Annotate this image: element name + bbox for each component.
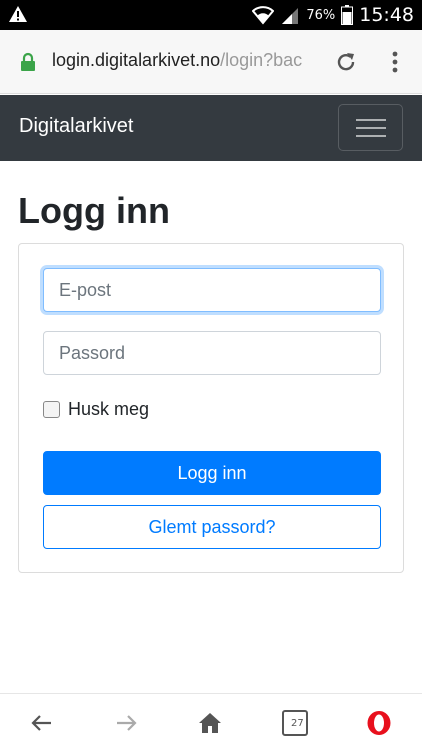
signal-icon (282, 8, 299, 24)
browser-bottom-bar: 27 (0, 693, 422, 750)
lock-icon (21, 52, 35, 71)
home-icon[interactable] (197, 710, 223, 736)
warning-icon (9, 6, 27, 22)
page-title: Logg inn (18, 190, 170, 231)
back-arrow-icon[interactable] (29, 710, 55, 736)
menu-dots-icon[interactable] (385, 50, 405, 74)
url-field[interactable]: login.digitalarkivet.no/login?bac (52, 50, 322, 71)
tabs-count: 27 (291, 718, 304, 729)
remember-checkbox[interactable] (43, 401, 60, 418)
navbar: Digitalarkivet (0, 95, 422, 161)
forward-arrow-icon[interactable] (113, 710, 139, 736)
browser-address-bar: login.digitalarkivet.no/login?bac (0, 30, 422, 94)
login-button[interactable]: Logg inn (43, 451, 381, 495)
url-path: /login?bac (220, 50, 303, 70)
hamburger-icon[interactable] (338, 104, 403, 151)
remember-label[interactable]: Husk meg (68, 399, 149, 420)
opera-icon[interactable] (366, 710, 392, 736)
clock: 15:48 (359, 4, 414, 26)
battery-percent: 76% (306, 7, 336, 23)
forgot-password-button[interactable]: Glemt passord? (43, 505, 381, 549)
remember-me-row: Husk meg (43, 399, 149, 420)
url-domain: login.digitalarkivet.no (52, 50, 221, 70)
battery-icon (341, 5, 354, 25)
wifi-icon (252, 6, 275, 25)
navbar-brand[interactable]: Digitalarkivet (19, 115, 133, 138)
login-card: Husk meg Logg inn Glemt passord? (18, 243, 404, 573)
password-field[interactable] (43, 331, 381, 375)
reload-icon[interactable] (334, 50, 358, 74)
status-bar: 76% 15:48 (0, 0, 422, 30)
email-field[interactable] (43, 268, 381, 312)
tabs-icon[interactable]: 27 (282, 710, 308, 736)
